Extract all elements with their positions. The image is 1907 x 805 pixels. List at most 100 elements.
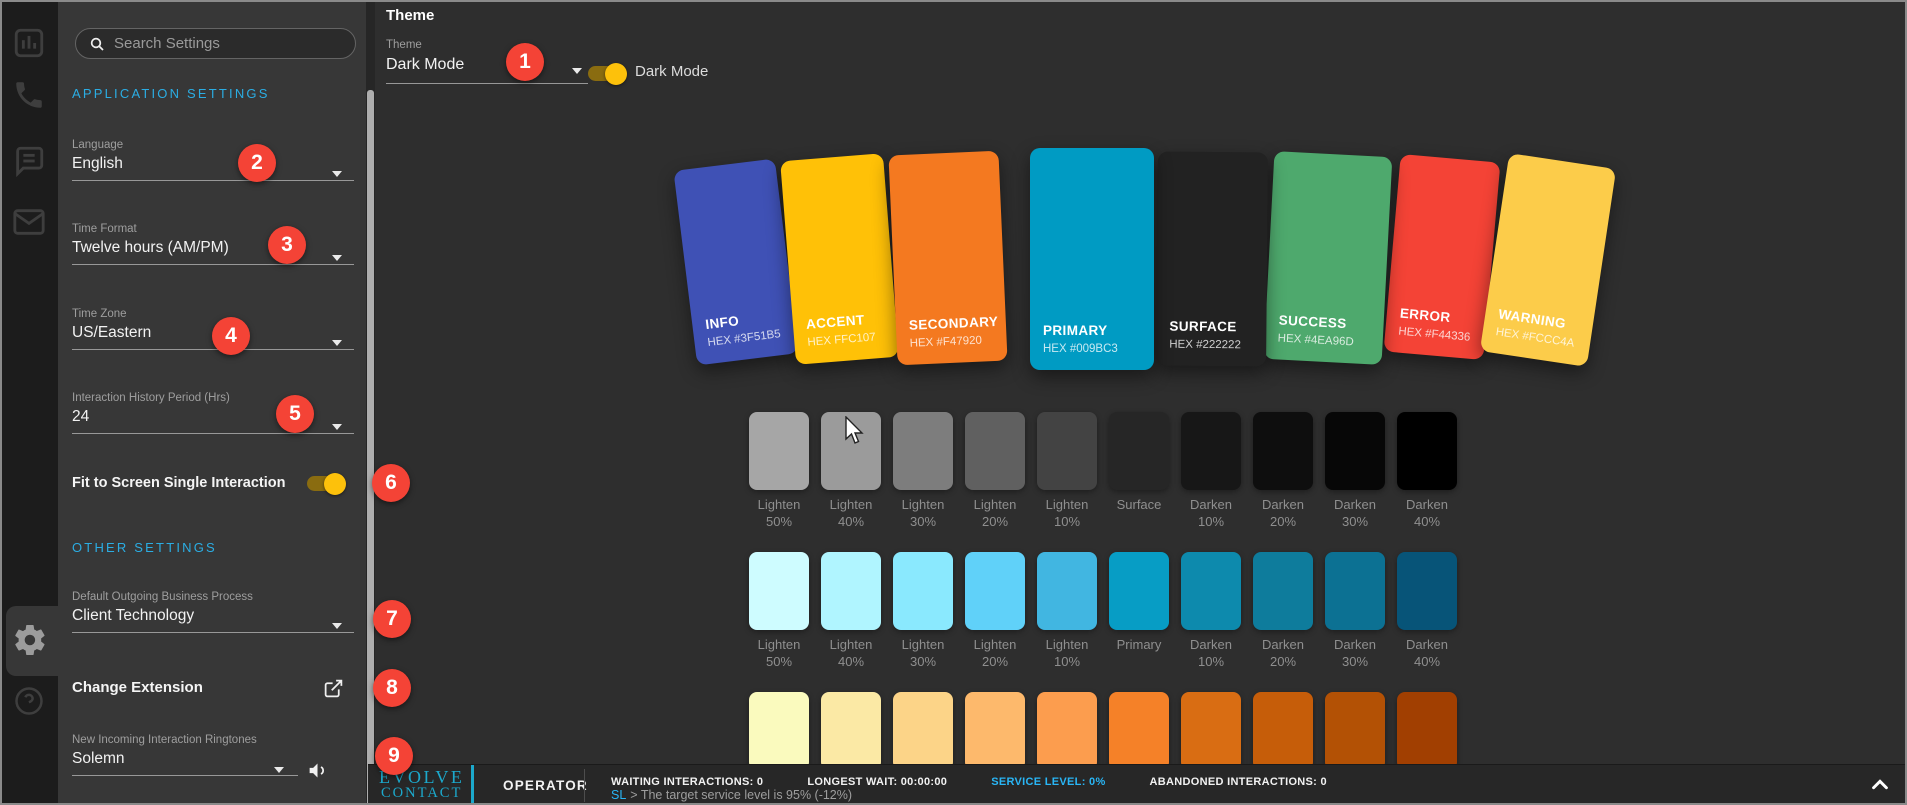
dark-mode-toggle-label: Dark Mode bbox=[635, 63, 708, 80]
time-format-field[interactable]: Time Format Twelve hours (AM/PM) bbox=[72, 223, 354, 265]
mail-icon[interactable] bbox=[12, 205, 46, 239]
language-field[interactable]: Language English bbox=[72, 139, 354, 181]
swatch-secondary-3[interactable] bbox=[965, 692, 1025, 770]
swatch-primary-0[interactable] bbox=[749, 552, 809, 630]
field-underline bbox=[72, 349, 354, 350]
swatch-primary-3[interactable] bbox=[965, 552, 1025, 630]
change-extension-label: Change Extension bbox=[72, 679, 203, 696]
card-hex: HEX #222222 bbox=[1169, 339, 1241, 352]
icon-rail bbox=[2, 2, 58, 803]
outgoing-bp-label: Default Outgoing Business Process bbox=[72, 591, 354, 603]
theme-card-accent[interactable]: ACCENTHEX FFC107 bbox=[780, 153, 899, 364]
card-name: ERROR bbox=[1399, 306, 1451, 325]
swatch-surface-7[interactable] bbox=[1253, 412, 1313, 490]
swatch-surface-3[interactable] bbox=[965, 412, 1025, 490]
swatch-primary-6[interactable] bbox=[1181, 552, 1241, 630]
annotation-badge-4: 4 bbox=[212, 317, 250, 355]
theme-card-success[interactable]: SUCCESSHEX #4EA96D bbox=[1264, 151, 1393, 365]
chevron-up-icon[interactable] bbox=[1869, 774, 1891, 801]
swatch-label: Darken10% bbox=[1175, 636, 1247, 670]
swatch-label: Darken10% bbox=[1175, 496, 1247, 530]
settings-panel: Search Settings APPLICATION SETTINGS Lan… bbox=[58, 2, 366, 803]
swatch-surface-5[interactable] bbox=[1109, 412, 1169, 490]
dark-mode-toggle[interactable] bbox=[588, 66, 625, 81]
swatch-surface-0[interactable] bbox=[749, 412, 809, 490]
swatch-primary-1[interactable] bbox=[821, 552, 881, 630]
annotation-badge-7: 7 bbox=[373, 600, 411, 638]
mouse-cursor bbox=[845, 416, 867, 446]
chat-icon[interactable] bbox=[12, 144, 46, 178]
annotation-badge-6: 6 bbox=[372, 464, 410, 502]
chevron-down-icon[interactable] bbox=[332, 171, 342, 177]
theme-card-primary[interactable]: PRIMARY HEX #009BC3 bbox=[1030, 148, 1154, 370]
theme-page bbox=[375, 2, 1905, 803]
chevron-down-icon[interactable] bbox=[332, 255, 342, 261]
card-hex: HEX #4EA96D bbox=[1277, 332, 1354, 348]
swatch-secondary-4[interactable] bbox=[1037, 692, 1097, 770]
swatch-primary-2[interactable] bbox=[893, 552, 953, 630]
section-application-settings: APPLICATION SETTINGS bbox=[72, 86, 270, 101]
reports-icon[interactable] bbox=[12, 26, 46, 60]
theme-card-surface[interactable]: SURFACEHEX #222222 bbox=[1156, 152, 1268, 367]
swatch-primary-8[interactable] bbox=[1325, 552, 1385, 630]
chevron-down-icon[interactable] bbox=[332, 623, 342, 629]
field-underline bbox=[386, 83, 588, 84]
ringtones-field[interactable]: New Incoming Interaction Ringtones Solem… bbox=[72, 734, 354, 776]
chevron-down-icon[interactable] bbox=[572, 68, 582, 74]
help-icon[interactable] bbox=[14, 686, 44, 716]
scrollbar-thumb[interactable] bbox=[367, 90, 374, 805]
card-hex: HEX #009BC3 bbox=[1043, 343, 1118, 355]
swatch-secondary-1[interactable] bbox=[821, 692, 881, 770]
swatch-surface-4[interactable] bbox=[1037, 412, 1097, 490]
swatch-surface-2[interactable] bbox=[893, 412, 953, 490]
chevron-down-icon[interactable] bbox=[274, 767, 284, 773]
swatch-secondary-0[interactable] bbox=[749, 692, 809, 770]
swatch-primary-5[interactable] bbox=[1109, 552, 1169, 630]
card-name: SUCCESS bbox=[1278, 313, 1347, 332]
search-placeholder: Search Settings bbox=[114, 35, 220, 52]
stat-item: LONGEST WAIT: 00:00:00 bbox=[807, 776, 947, 788]
swatch-label: Darken20% bbox=[1247, 496, 1319, 530]
logo-line2: CONTACT bbox=[379, 786, 464, 801]
annotation-badge-3: 3 bbox=[268, 226, 306, 264]
annotation-badge-5: 5 bbox=[276, 395, 314, 433]
swatch-secondary-8[interactable] bbox=[1325, 692, 1385, 770]
swatch-surface-9[interactable] bbox=[1397, 412, 1457, 490]
theme-label: Theme bbox=[386, 39, 588, 51]
stat-item: WAITING INTERACTIONS: 0 bbox=[611, 776, 763, 788]
swatch-primary-7[interactable] bbox=[1253, 552, 1313, 630]
swatch-secondary-6[interactable] bbox=[1181, 692, 1241, 770]
app-window: Search Settings APPLICATION SETTINGS Lan… bbox=[0, 0, 1907, 805]
swatch-surface-6[interactable] bbox=[1181, 412, 1241, 490]
swatch-primary-9[interactable] bbox=[1397, 552, 1457, 630]
card-hex: HEX #F47920 bbox=[909, 335, 982, 350]
swatch-surface-8[interactable] bbox=[1325, 412, 1385, 490]
speaker-icon[interactable] bbox=[307, 760, 328, 781]
annotation-badge-1: 1 bbox=[506, 43, 544, 81]
settings-gear-icon[interactable] bbox=[12, 622, 48, 658]
swatch-secondary-9[interactable] bbox=[1397, 692, 1457, 770]
swatch-secondary-5[interactable] bbox=[1109, 692, 1169, 770]
time-format-value: Twelve hours (AM/PM) bbox=[72, 239, 354, 257]
fit-to-screen-label: Fit to Screen Single Interaction bbox=[72, 475, 286, 491]
chevron-down-icon[interactable] bbox=[332, 424, 342, 430]
ringtones-label: New Incoming Interaction Ringtones bbox=[72, 734, 354, 746]
swatch-secondary-7[interactable] bbox=[1253, 692, 1313, 770]
external-link-icon[interactable] bbox=[323, 678, 344, 699]
outgoing-bp-field[interactable]: Default Outgoing Business Process Client… bbox=[72, 591, 354, 633]
status-bar: EVOLVE CONTACT OPERATOR WAITING INTERACT… bbox=[368, 764, 1905, 805]
phone-icon[interactable] bbox=[12, 78, 46, 112]
annotation-badge-8: 8 bbox=[373, 669, 411, 707]
card-name: PRIMARY bbox=[1043, 323, 1108, 338]
operator-role-label: OPERATOR bbox=[503, 778, 588, 793]
field-underline bbox=[72, 775, 298, 776]
swatch-secondary-2[interactable] bbox=[893, 692, 953, 770]
swatch-primary-4[interactable] bbox=[1037, 552, 1097, 630]
search-input[interactable]: Search Settings bbox=[75, 28, 356, 59]
theme-card-secondary[interactable]: SECONDARYHEX #F47920 bbox=[888, 151, 1007, 366]
card-name: ACCENT bbox=[805, 312, 865, 332]
fit-to-screen-toggle[interactable] bbox=[307, 476, 344, 491]
chevron-down-icon[interactable] bbox=[332, 340, 342, 346]
change-extension-row[interactable]: Change Extension bbox=[72, 679, 354, 697]
theme-dropdown[interactable]: Theme Dark Mode bbox=[386, 39, 588, 84]
